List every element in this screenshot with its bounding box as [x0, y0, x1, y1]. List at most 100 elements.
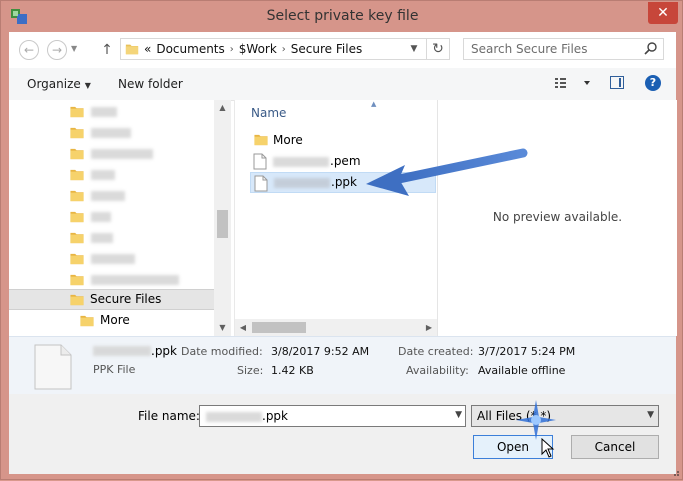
tree-item-more[interactable]: More — [9, 310, 214, 331]
file-list: ▲ Name More .pem .ppk ◀ ▶ — [234, 100, 437, 336]
tree-label: Secure Files — [90, 292, 162, 306]
organize-menu[interactable]: Organize ▼ — [27, 77, 91, 91]
file-name: More — [273, 133, 303, 147]
folder-icon — [70, 190, 84, 202]
availability-label: Availability: — [406, 364, 469, 377]
up-arrow-icon: ↑ — [101, 42, 113, 58]
close-button[interactable]: ✕ — [648, 2, 678, 24]
folder-icon — [70, 127, 84, 139]
sort-ascending-icon: ▲ — [371, 100, 377, 108]
file-name-field[interactable]: .ppk ▼ — [199, 405, 466, 427]
redacted-label — [91, 128, 131, 138]
title-bar: Select private key file ✕ — [1, 1, 683, 33]
availability-value: Available offline — [478, 364, 566, 377]
scroll-left-icon[interactable]: ◀ — [235, 319, 251, 336]
refresh-icon: ↻ — [432, 41, 444, 57]
redacted-label — [91, 191, 125, 201]
tree-item-secure-files[interactable]: Secure Files — [9, 289, 214, 310]
folder-icon — [254, 134, 268, 146]
chevron-down-icon[interactable]: ▼ — [455, 410, 462, 420]
tree-item[interactable] — [9, 185, 214, 206]
scroll-down-icon[interactable]: ▼ — [214, 320, 231, 336]
search-input[interactable] — [464, 39, 641, 59]
help-icon[interactable]: ? — [645, 75, 661, 91]
new-folder-button[interactable]: New folder — [118, 77, 183, 91]
tree-item[interactable] — [9, 143, 214, 164]
size-value: 1.42 KB — [271, 364, 314, 377]
size-label: Size: — [237, 364, 264, 377]
preview-pane-toggle-icon[interactable] — [610, 76, 624, 89]
details-file-name: .ppk — [151, 344, 177, 358]
dialog-window: Select private key file ✕ ← → ▼ ↑ « Docu… — [0, 0, 683, 480]
folder-icon — [70, 232, 84, 244]
scroll-thumb[interactable] — [252, 322, 306, 333]
preview-message: No preview available. — [492, 210, 623, 224]
date-modified-value: 3/8/2017 9:52 AM — [271, 345, 370, 358]
list-item[interactable]: More — [251, 130, 437, 151]
recent-locations-dropdown[interactable]: ▼ — [71, 44, 77, 53]
redacted-label — [206, 412, 262, 422]
chevron-down-icon: ▼ — [410, 44, 418, 54]
window-title: Select private key file — [266, 8, 419, 24]
redacted-label — [274, 178, 330, 188]
cancel-button[interactable]: Cancel — [571, 435, 659, 459]
redacted-label — [91, 254, 135, 264]
change-view-icon[interactable] — [554, 76, 594, 90]
folder-icon — [70, 294, 84, 306]
chevron-down-icon: ▼ — [84, 81, 91, 90]
scroll-right-icon[interactable]: ▶ — [421, 319, 437, 336]
back-button[interactable]: ← — [19, 40, 39, 60]
breadcrumb-work[interactable]: $Work — [234, 42, 282, 56]
details-file-type: PPK File — [93, 363, 136, 376]
dialog-body: ← → ▼ ↑ « Documents › $Work › Secure Fil… — [9, 32, 677, 474]
navigation-pane: Secure Files More ▲ ▼ — [9, 100, 231, 336]
tree-item[interactable] — [9, 122, 214, 143]
address-bar[interactable]: « Documents › $Work › Secure Files ▼ ↻ — [120, 38, 450, 60]
redacted-label — [91, 149, 153, 159]
file-name: .pem — [330, 154, 361, 168]
refresh-button[interactable]: ↻ — [426, 39, 449, 59]
chevron-down-icon: ▼ — [647, 410, 654, 420]
mouse-cursor-icon — [541, 438, 555, 458]
tree-item[interactable] — [9, 164, 214, 185]
address-dropdown[interactable]: ▼ — [405, 39, 423, 59]
folder-icon — [70, 169, 84, 181]
redacted-label — [91, 212, 111, 222]
file-name-value: .ppk — [262, 409, 288, 423]
folder-icon — [80, 315, 94, 327]
redacted-label — [93, 346, 151, 356]
forward-button[interactable]: → — [47, 40, 67, 60]
redacted-label — [273, 157, 329, 167]
folder-icon — [70, 211, 84, 223]
list-item[interactable]: .pem — [251, 151, 437, 172]
close-icon: ✕ — [657, 5, 669, 21]
overflow-chevron[interactable]: « — [139, 42, 151, 56]
scroll-up-icon[interactable]: ▲ — [214, 100, 231, 116]
list-item-selected[interactable]: .ppk — [250, 172, 436, 193]
nav-scrollbar[interactable]: ▲ ▼ — [214, 100, 231, 336]
file-name-panel: File name: .ppk ▼ All Files (*.*) ▼ Open… — [9, 394, 676, 474]
date-modified-label: Date modified: — [181, 345, 263, 358]
redacted-label — [91, 233, 113, 243]
file-name-label: File name: — [138, 409, 200, 423]
search-box — [463, 38, 664, 60]
document-icon — [34, 344, 72, 390]
up-button[interactable]: ↑ — [99, 40, 115, 60]
search-icon[interactable] — [643, 41, 659, 57]
column-header-name[interactable]: Name — [251, 106, 286, 120]
redacted-label — [91, 107, 117, 117]
tree-item[interactable] — [9, 101, 214, 122]
resize-grip-icon[interactable] — [670, 467, 680, 477]
file-type-select[interactable]: All Files (*.*) ▼ — [471, 405, 659, 427]
back-arrow-icon: ← — [23, 43, 35, 57]
breadcrumb-documents[interactable]: Documents — [151, 42, 229, 56]
breadcrumb-secure-files[interactable]: Secure Files — [286, 42, 367, 56]
tree-item[interactable] — [9, 248, 214, 269]
tree-item[interactable] — [9, 227, 214, 248]
tree-item[interactable] — [9, 269, 214, 290]
file-list-scrollbar[interactable]: ◀ ▶ — [235, 319, 437, 336]
tree-item[interactable] — [9, 206, 214, 227]
organize-label: Organize — [27, 77, 81, 91]
folder-icon — [70, 148, 84, 160]
scroll-thumb[interactable] — [217, 210, 228, 238]
